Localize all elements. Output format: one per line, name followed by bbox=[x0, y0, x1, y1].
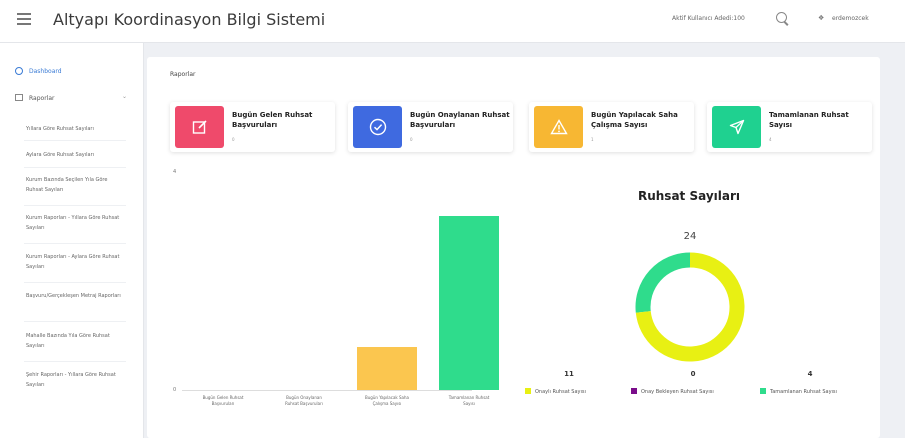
card-count: 1 bbox=[591, 137, 594, 142]
warning-icon bbox=[534, 106, 583, 148]
legend-swatch bbox=[631, 388, 637, 394]
card-label: Bugün Onaylanan Ruhsat Başvuruları bbox=[410, 111, 510, 129]
legend-value-pending: 0 bbox=[690, 370, 696, 378]
y-tick-label: 0 bbox=[173, 387, 177, 393]
legend-item-approved[interactable]: Onaylı Ruhsat Sayısı bbox=[525, 388, 586, 395]
active-users-count: Aktif Kullanıcı Adedi:100 bbox=[672, 15, 745, 22]
sidebar-item-yearly-permits[interactable]: Yıllara Göre Ruhsat Sayıları bbox=[26, 124, 126, 134]
edit-icon bbox=[175, 106, 224, 148]
sidebar-item-application-metrage[interactable]: Başvuru/Gerçekleşen Metraj Raporları bbox=[26, 291, 126, 301]
card-count: 0 bbox=[410, 137, 413, 142]
card-today-applications[interactable]: Bugün Gelen Ruhsat Başvuruları 0 bbox=[170, 102, 335, 152]
card-completed-permits[interactable]: Tamamlanan Ruhsat Sayısı 4 bbox=[707, 102, 872, 152]
card-today-field-work[interactable]: Bugün Yapılacak Saha Çalışma Sayısı 1 bbox=[529, 102, 694, 152]
hamburger-menu-icon[interactable] bbox=[17, 13, 31, 25]
divider bbox=[24, 361, 126, 362]
divider bbox=[24, 140, 126, 141]
sidebar-item-reports[interactable]: Raporlar ⌄ bbox=[15, 93, 133, 102]
x-tick-label: Bugün Onaylanan Ruhsat Başvuruları bbox=[285, 395, 323, 406]
card-label: Bugün Yapılacak Saha Çalışma Sayısı bbox=[591, 111, 678, 129]
legend-swatch bbox=[525, 388, 531, 394]
x-tick-label: Tamamlanan Ruhsat Sayısı bbox=[448, 395, 490, 406]
x-tick-label: Bugün Gelen Ruhsat Başvuruları bbox=[202, 395, 244, 406]
bar-3[interactable] bbox=[357, 346, 417, 390]
legend-label: Onaylı Ruhsat Sayısı bbox=[535, 389, 586, 395]
x-axis-line bbox=[182, 390, 472, 391]
sidebar-item-institution-reports-monthly[interactable]: Kurum Raporları - Aylara Göre Ruhsat Say… bbox=[26, 252, 126, 272]
dashboard-icon bbox=[15, 67, 23, 75]
sidebar: Dashboard Raporlar ⌄ Yıllara Göre Ruhsat … bbox=[0, 43, 144, 438]
legend-value-completed: 4 bbox=[807, 370, 813, 378]
app-title: Altyapı Koordinasyon Bilgi Sistemi bbox=[53, 10, 326, 29]
legend-value-approved: 11 bbox=[564, 370, 574, 378]
divider bbox=[24, 321, 126, 322]
sidebar-item-institution-yearly[interactable]: Kurum Bazında Seçilen Yıla Göre Ruhsat S… bbox=[26, 175, 126, 195]
y-tick-label: 4 bbox=[173, 169, 177, 175]
top-bar: Altyapı Koordinasyon Bilgi Sistemi Aktif… bbox=[0, 0, 905, 43]
donut-slice-3[interactable] bbox=[635, 252, 691, 313]
main-content: Raporlar Bugün Gelen Ruhsat Başvuruları … bbox=[147, 57, 880, 438]
card-count: 0 bbox=[232, 137, 235, 142]
card-label: Bugün Gelen Ruhsat Başvuruları bbox=[232, 111, 313, 129]
sidebar-item-dashboard[interactable]: Dashboard bbox=[15, 67, 62, 75]
reports-icon bbox=[15, 94, 23, 101]
check-circle-icon bbox=[353, 106, 402, 148]
send-icon bbox=[712, 106, 761, 148]
card-count: 4 bbox=[769, 137, 772, 142]
sidebar-item-label: Raporlar bbox=[29, 95, 55, 102]
legend-item-completed[interactable]: Tamamlanan Ruhsat Sayısı bbox=[760, 388, 837, 395]
donut-chart-title: Ruhsat Sayıları bbox=[637, 189, 741, 203]
divider bbox=[24, 167, 126, 168]
sidebar-item-monthly-permits[interactable]: Aylara Göre Ruhsat Sayıları bbox=[26, 150, 126, 160]
legend-label: Onay Bekleyen Ruhsat Sayısı bbox=[641, 389, 714, 395]
search-icon[interactable] bbox=[776, 12, 787, 23]
username[interactable]: erdemozcek bbox=[832, 15, 869, 22]
divider bbox=[24, 243, 126, 244]
legend-item-pending[interactable]: Onay Bekleyen Ruhsat Sayısı bbox=[631, 388, 714, 395]
sidebar-item-institution-reports-yearly[interactable]: Kurum Raporları - Yıllara Göre Ruhsat Sa… bbox=[26, 213, 126, 233]
divider bbox=[24, 282, 126, 283]
bar-4[interactable] bbox=[439, 216, 499, 390]
legend-swatch bbox=[760, 388, 766, 394]
user-icon[interactable]: ❖ bbox=[818, 14, 824, 22]
x-tick-label: Bugün Yapılacak Saha Çalışma Sayısı bbox=[365, 395, 409, 406]
permit-donut-chart bbox=[635, 252, 745, 362]
donut-total-label: 24 bbox=[683, 231, 697, 242]
card-today-approved[interactable]: Bugün Onaylanan Ruhsat Başvuruları 0 bbox=[348, 102, 513, 152]
divider bbox=[24, 205, 126, 206]
page-title: Raporlar bbox=[170, 71, 196, 78]
card-label: Tamamlanan Ruhsat Sayısı bbox=[769, 111, 849, 129]
sidebar-item-label: Dashboard bbox=[29, 68, 62, 75]
chevron-down-icon: ⌄ bbox=[121, 93, 127, 100]
legend-label: Tamamlanan Ruhsat Sayısı bbox=[770, 389, 837, 395]
sidebar-item-neighborhood-yearly[interactable]: Mahalle Bazında Yıla Göre Ruhsat Sayılar… bbox=[26, 331, 126, 351]
sidebar-item-city-reports-yearly[interactable]: Şehir Raporları - Yıllara Göre Ruhsat Sa… bbox=[26, 370, 126, 390]
